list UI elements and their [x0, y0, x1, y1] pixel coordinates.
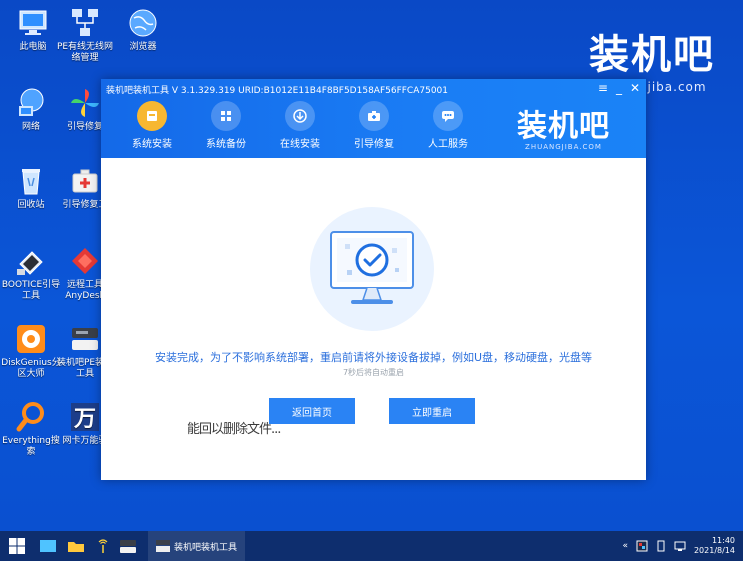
browser-globe-icon	[126, 6, 160, 40]
desktop-icon-everything[interactable]: Everything搜索	[0, 400, 62, 458]
window-brand-url: ZHUANGJIBA.COM	[525, 143, 602, 151]
window-content: 安装完成，为了不影响系统部署，重启前请将外接设备拔掉，例如U盘，移动硬盘，光盘等…	[101, 158, 646, 480]
desktop-icon-label: PE有线无线网络管理	[56, 42, 114, 63]
desktop-icon-recycle[interactable]: 回收站	[0, 164, 62, 211]
first-aid-kit-icon	[68, 164, 102, 198]
taskbar-app-installer[interactable]: 装机吧装机工具	[148, 531, 246, 561]
tab-label: 人工服务	[428, 139, 468, 150]
desktop-screen-icon	[40, 540, 56, 552]
back-to-home-button[interactable]: 返回首页	[269, 398, 355, 424]
menu-icon[interactable]: ≡	[598, 81, 608, 95]
taskbar-clock[interactable]: 11:40 2021/8/14	[694, 536, 735, 556]
app-icon	[156, 540, 170, 552]
taskbar-explorer-button[interactable]	[62, 539, 90, 553]
desktop-icon-pe-network[interactable]: PE有线无线网络管理	[54, 6, 116, 64]
clock-date: 2021/8/14	[693, 546, 735, 555]
tab-manual-service[interactable]: 人工服务	[411, 101, 485, 150]
taskbar-desktop-button[interactable]	[34, 539, 62, 553]
clock-time: 11:40	[711, 536, 735, 545]
window-header: 装机吧装机工具 V 3.1.329.319 URID:B1012E11B4F8B…	[101, 79, 646, 158]
close-button[interactable]: ✕	[630, 81, 640, 95]
desktop-icon-network[interactable]: 网络	[0, 86, 62, 133]
overlay-text: 能回以删除文件...	[187, 422, 281, 437]
desktop-icon-label: BOOTICE引导工具	[1, 280, 61, 301]
start-button[interactable]	[0, 537, 34, 555]
desktop-icon-label: 回收站	[17, 200, 45, 210]
desktop-icon-label: Everything搜索	[2, 436, 60, 457]
monitor-check-icon	[307, 204, 437, 334]
tab-boot-repair[interactable]: 引导修复	[337, 101, 411, 150]
download-icon	[285, 101, 315, 131]
tray-expand-icon[interactable]: «	[622, 541, 628, 551]
window-controls: ≡ _ ✕	[598, 81, 640, 95]
brand-name: 装机吧	[589, 31, 715, 78]
wanneng-driver-icon: 万	[68, 400, 102, 434]
taskbar-network-button[interactable]	[90, 538, 116, 554]
window-brand-name: 装机吧	[517, 109, 610, 144]
desktop-icon-label: DiskGenius分区大师	[1, 358, 61, 379]
folder-icon	[68, 542, 84, 552]
taskbar: 装机吧装机工具 « 11:40 2021/8/14	[0, 531, 743, 561]
network-globe-icon	[14, 86, 48, 120]
auto-restart-countdown: 7秒后将自动重启	[342, 368, 405, 377]
taskbar-pe-button[interactable]	[116, 538, 140, 554]
computer-icon	[16, 6, 50, 40]
taskbar-app-label: 装机吧装机工具	[174, 542, 238, 553]
usb-drive-icon	[14, 244, 48, 278]
tray-app-icon[interactable]	[636, 540, 648, 552]
main-tabs: 系统安装 系统备份 在线安装 引导修复 人工服务	[115, 101, 485, 150]
backup-icon	[211, 101, 241, 131]
magnifier-icon	[14, 400, 48, 434]
network-manager-icon	[68, 6, 102, 40]
wifi-tower-icon	[98, 539, 108, 553]
desktop-icon-label: 网络	[21, 122, 40, 132]
window-brand-logo: 装机吧 ZHUANGJIBA.COM	[517, 101, 610, 151]
chat-icon	[433, 101, 463, 131]
tab-label: 系统安装	[132, 139, 172, 150]
svg-text:万: 万	[73, 407, 96, 432]
tab-system-install[interactable]: 系统安装	[115, 101, 189, 150]
pe-tool-icon	[68, 322, 102, 356]
diskgenius-icon	[14, 322, 48, 356]
restart-now-button[interactable]: 立即重启	[389, 398, 475, 424]
windows-logo-icon	[9, 538, 25, 554]
installer-window: 装机吧装机工具 V 3.1.329.319 URID:B1012E11B4F8B…	[101, 79, 646, 480]
desktop-icon-diskgenius[interactable]: DiskGenius分区大师	[0, 322, 62, 380]
monitor-tray-icon[interactable]	[674, 540, 686, 552]
install-icon	[137, 101, 167, 131]
tab-system-backup[interactable]: 系统备份	[189, 101, 263, 150]
pinwheel-icon	[68, 86, 102, 120]
tab-label: 在线安装	[280, 139, 320, 150]
desktop-icon-bootice[interactable]: BOOTICE引导工具	[0, 244, 62, 302]
install-complete-message: 安装完成，为了不影响系统部署，重启前请将外接设备拔掉，例如U盘，移动硬盘，光盘等	[154, 351, 593, 364]
toolbox-icon	[359, 101, 389, 131]
tab-label: 引导修复	[354, 139, 394, 150]
system-tray: « 11:40 2021/8/14	[622, 531, 735, 561]
anydesk-icon	[68, 244, 102, 278]
tab-online-install[interactable]: 在线安装	[263, 101, 337, 150]
tab-label: 系统备份	[206, 139, 246, 150]
desktop-icon-label: 浏览器	[129, 42, 157, 52]
usb-icon[interactable]	[656, 540, 666, 552]
minimize-button[interactable]: _	[616, 81, 622, 95]
window-title: 装机吧装机工具 V 3.1.329.319 URID:B1012E11B4F8B…	[106, 86, 449, 96]
desktop-icon-browser[interactable]: 浏览器	[112, 6, 174, 53]
pe-tool-icon	[120, 540, 136, 553]
recycle-bin-icon	[14, 164, 48, 198]
